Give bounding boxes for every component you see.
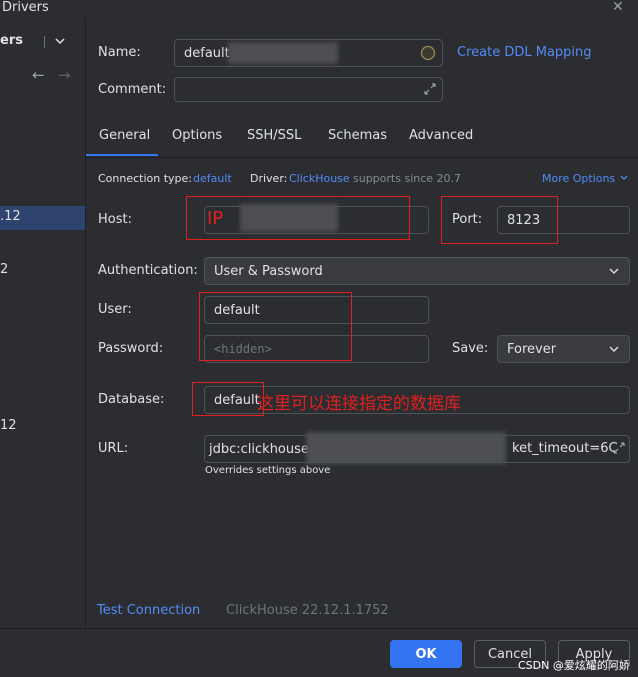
sidebar-header: ers [0,33,23,48]
sidebar-divider [44,36,45,48]
connection-type-link[interactable]: default [193,172,232,185]
save-label: Save: [452,341,489,356]
sidebar [0,18,86,628]
password-label: Password: [98,341,164,356]
watermark: CSDN @爱炫耀的阿娇 [518,659,630,672]
tab-general[interactable]: General [99,128,150,143]
database-annotation: 这里可以连接指定的数据库 [257,394,461,414]
create-ddl-mapping-link[interactable]: Create DDL Mapping [457,45,592,60]
window-title: Drivers [2,0,49,15]
expand-icon[interactable] [612,441,626,455]
tab-divider [86,157,638,158]
chevron-down-icon[interactable] [54,35,66,47]
user-label: User: [98,302,132,317]
name-value: default [184,45,230,61]
color-picker-icon[interactable] [420,45,436,61]
expand-icon[interactable] [423,82,437,96]
connection-type-label: Connection type: [98,172,193,185]
url-start: jdbc:clickhouse [209,441,309,457]
chevron-down-icon [609,268,619,274]
driver-version: ClickHouse 22.12.1.1752 [226,603,389,618]
more-options-link[interactable]: More Options [542,172,615,185]
back-arrow-icon[interactable]: ← [32,66,45,84]
url-note: Overrides settings above [205,465,331,476]
authentication-select[interactable]: User & Password [204,257,630,285]
redacted-name [228,42,338,64]
active-tab-indicator [86,154,158,156]
save-select[interactable]: Forever [497,335,630,363]
tab-ssh-ssl[interactable]: SSH/SSL [247,128,301,143]
user-password-annotation-box [199,292,352,361]
tab-options[interactable]: Options [172,128,222,143]
authentication-label: Authentication: [98,263,198,278]
url-label: URL: [98,441,129,456]
driver-link[interactable]: ClickHouse [289,172,350,185]
url-end: ket_timeout=6C [512,441,618,456]
port-annotation-box [441,196,558,244]
tab-advanced[interactable]: Advanced [409,128,473,143]
title-bar: Drivers ✕ [0,0,638,18]
host-annotation: IP [207,208,224,229]
chevron-down-icon[interactable] [619,173,629,183]
sidebar-item[interactable]: 12 [0,418,17,433]
sidebar-item[interactable]: 2 [0,262,8,277]
sidebar-item-selected[interactable]: .12 [0,209,21,224]
driver-note: supports since 20.7 [353,172,462,185]
ok-button[interactable]: OK [390,640,462,668]
close-icon[interactable]: ✕ [612,0,624,15]
authentication-value: User & Password [214,263,323,279]
driver-label: Driver: [250,172,288,185]
forward-arrow-icon[interactable]: → [58,66,71,84]
tab-schemas[interactable]: Schemas [328,128,387,143]
redacted-url [306,432,506,464]
name-label: Name: [98,45,141,60]
comment-field[interactable] [174,77,443,102]
host-label: Host: [98,212,132,227]
database-annotation-box [192,382,264,416]
database-label: Database: [98,392,165,407]
comment-label: Comment: [98,82,167,97]
save-value: Forever [507,341,557,357]
test-connection-link[interactable]: Test Connection [97,603,200,618]
chevron-down-icon [609,346,619,352]
